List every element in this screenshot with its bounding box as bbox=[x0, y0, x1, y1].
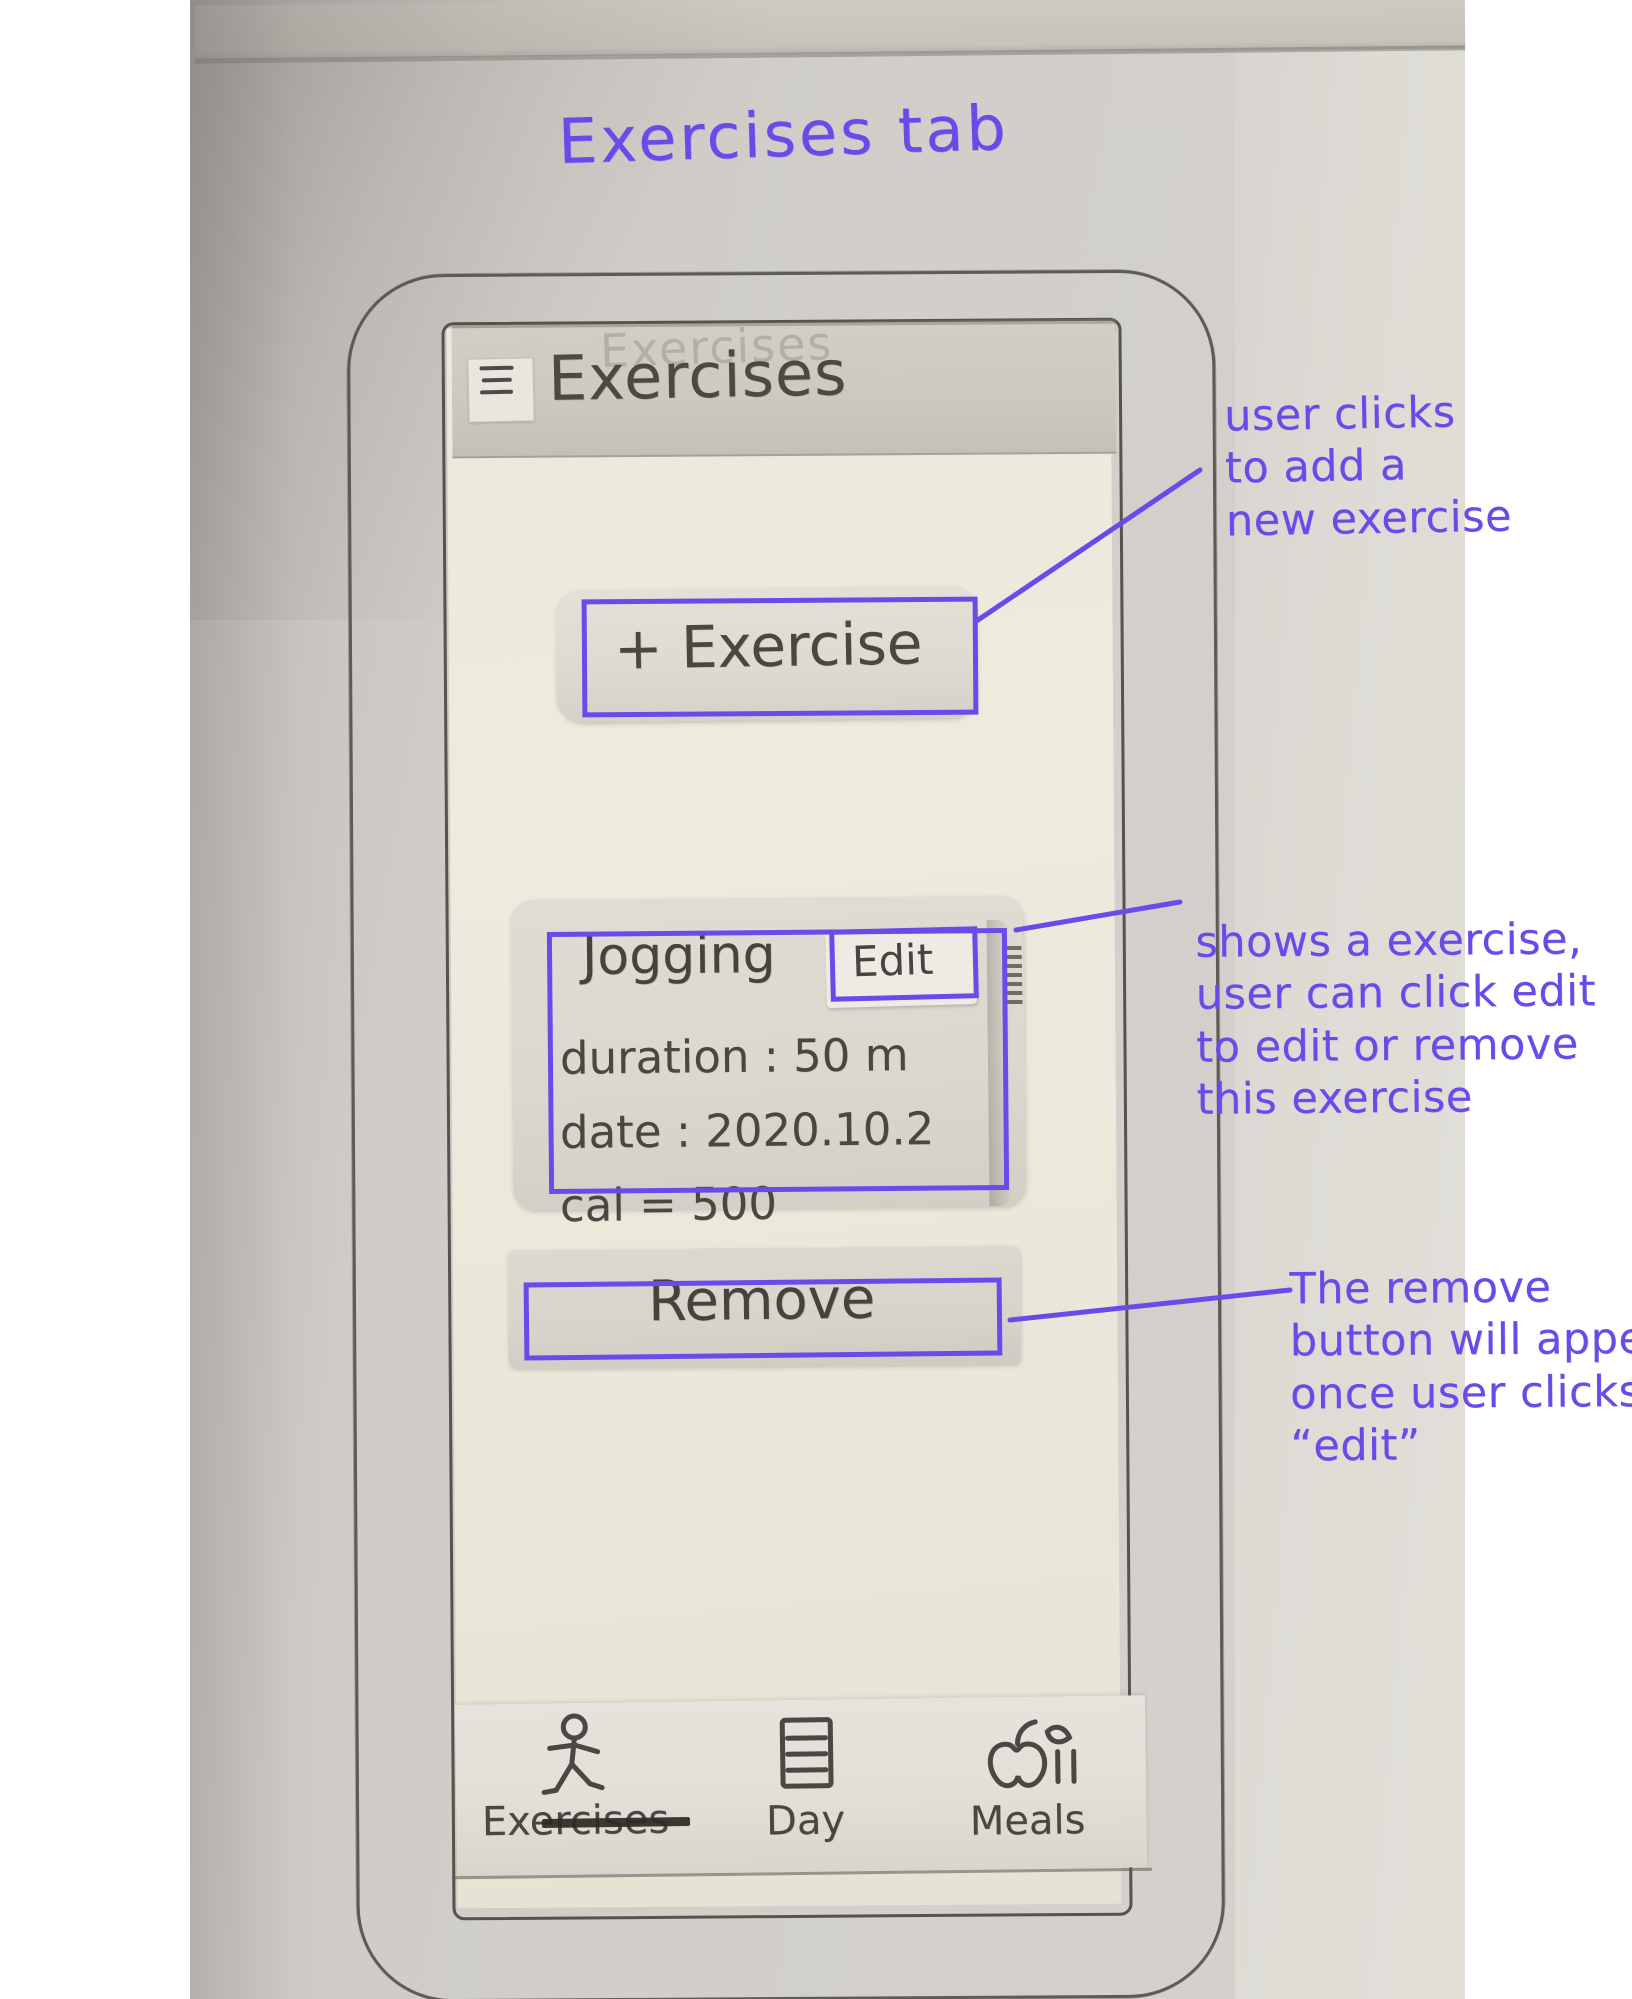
tab-day-label: Day bbox=[765, 1797, 846, 1845]
tab-meals-label: Meals bbox=[969, 1797, 1086, 1845]
tab-day[interactable]: Day bbox=[689, 1710, 921, 1845]
apple-fruit-icon bbox=[911, 1710, 1142, 1799]
photographed-sketch-canvas: Exercises tab Exercises Exercises + Exer… bbox=[0, 0, 1632, 1999]
hamburger-menu-icon[interactable] bbox=[479, 365, 520, 413]
tab-meals[interactable]: Meals bbox=[911, 1710, 1143, 1845]
annotation-exercise-card: shows a exercise, user can click edit to… bbox=[1195, 914, 1597, 1126]
annotation-remove-button: The remove button will appear once user … bbox=[1289, 1262, 1632, 1472]
list-calendar-icon bbox=[689, 1710, 920, 1799]
highlight-remove-button bbox=[523, 1277, 1003, 1361]
annotation-add-exercise: user clicks to add a new exercise bbox=[1223, 387, 1513, 547]
page-title: Exercises tab bbox=[556, 90, 1010, 179]
running-person-icon bbox=[459, 1710, 690, 1799]
highlight-edit-button bbox=[829, 926, 979, 1002]
highlight-add-exercise bbox=[581, 596, 979, 718]
app-bar-title: Exercises bbox=[547, 336, 848, 416]
